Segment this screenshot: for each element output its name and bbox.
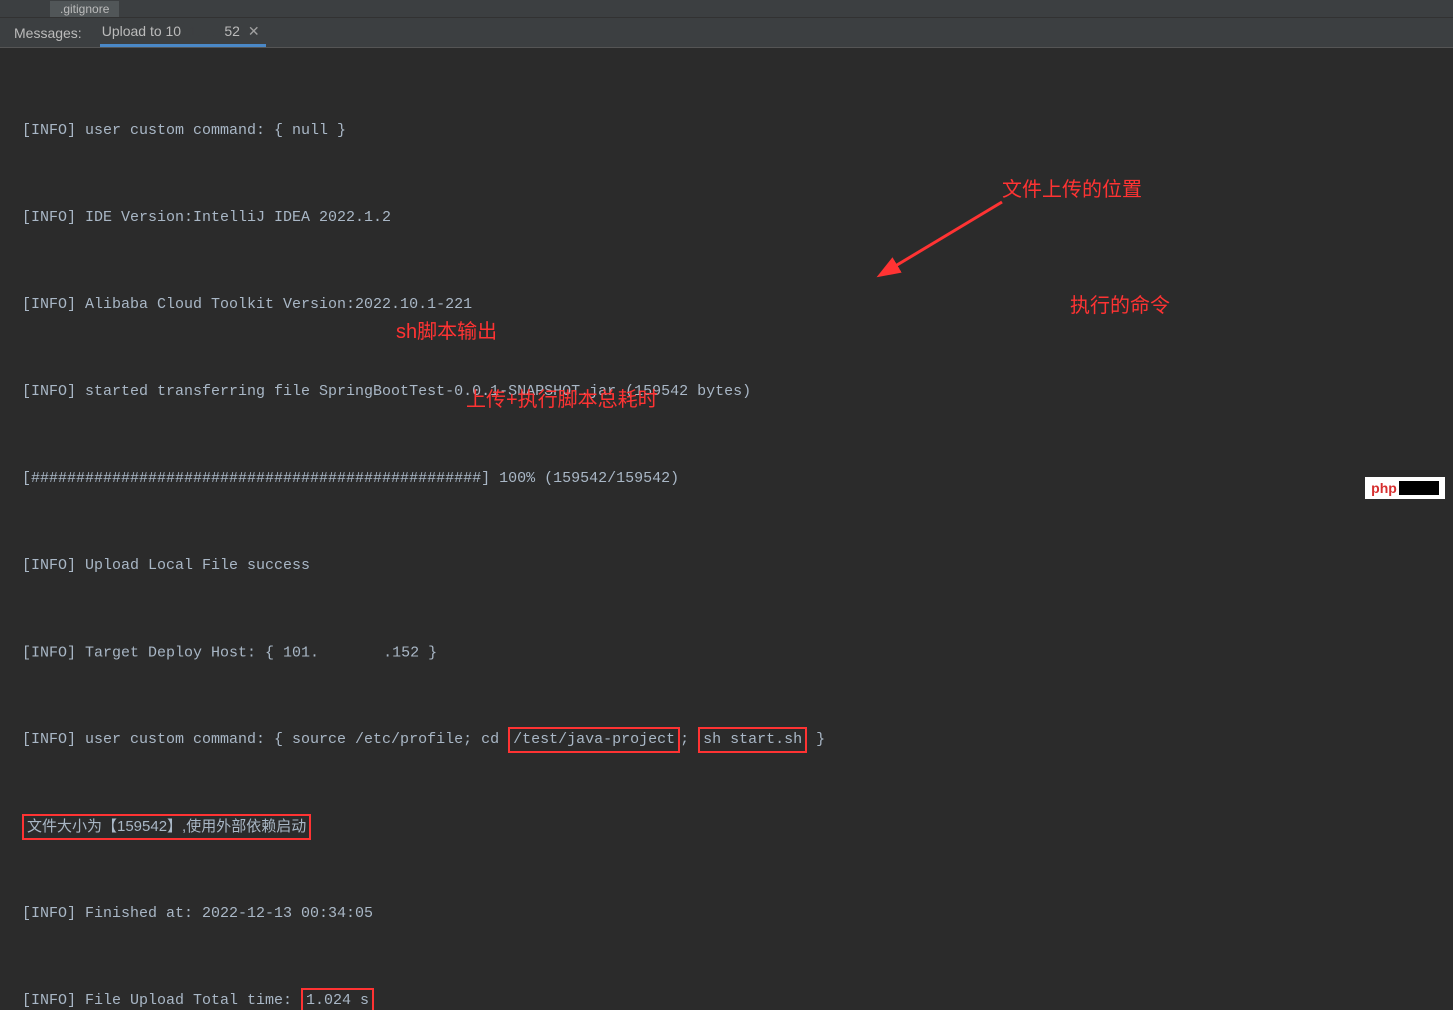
close-icon[interactable]: ✕ [248, 23, 260, 40]
log-line: 文件大小为【159542】,使用外部依赖启动 [22, 812, 1453, 841]
console-output[interactable]: [INFO] user custom command: { null } [IN… [0, 48, 1453, 1010]
log-line: [INFO] Alibaba Cloud Toolkit Version:202… [22, 290, 1453, 319]
top-bar: .gitignore [0, 0, 1453, 18]
log-line: [INFO] user custom command: { source /et… [22, 725, 1453, 754]
log-line: [INFO] Upload Local File success [22, 551, 1453, 580]
highlight-sh-output: 文件大小为【159542】,使用外部依赖启动 [22, 814, 311, 840]
messages-toolbar: Messages: Upload to 101. . .52 ✕ [0, 18, 1453, 48]
log-line: [INFO] IDE Version:IntelliJ IDEA 2022.1.… [22, 203, 1453, 232]
log-line: [#######################################… [22, 464, 1453, 493]
log-line: [INFO] started transferring file SpringB… [22, 377, 1453, 406]
log-line: [INFO] Target Deploy Host: { 101. .152 } [22, 638, 1453, 667]
log-line: [INFO] File Upload Total time: 1.024 s [22, 986, 1453, 1010]
log-line: [INFO] user custom command: { null } [22, 116, 1453, 145]
watermark-text: php [1371, 480, 1397, 496]
annotation-total-time: 上传+执行脚本总耗时 [466, 386, 658, 415]
tab-text-suffix: 52 [224, 23, 240, 39]
highlight-path: /test/java-project [508, 727, 680, 753]
annotation-sh-output: sh脚本输出 [396, 318, 497, 347]
messages-label: Messages: [14, 25, 82, 41]
tab-masked-ip: 1. . . [183, 23, 222, 39]
annotation-exec-command: 执行的命令 [1070, 292, 1170, 321]
log-line: [INFO] Finished at: 2022-12-13 00:34:05 [22, 899, 1453, 928]
highlight-time: 1.024 s [301, 988, 374, 1010]
watermark-mask [1399, 481, 1439, 495]
masked-ip [319, 638, 383, 667]
tab-text-prefix: Upload to 10 [102, 23, 181, 39]
highlight-command: sh start.sh [698, 727, 807, 753]
annotation-upload-location: 文件上传的位置 [1002, 176, 1142, 205]
upload-tab[interactable]: Upload to 101. . .52 ✕ [100, 18, 266, 47]
file-tab-gitignore[interactable]: .gitignore [50, 1, 119, 17]
watermark: php [1365, 477, 1445, 499]
